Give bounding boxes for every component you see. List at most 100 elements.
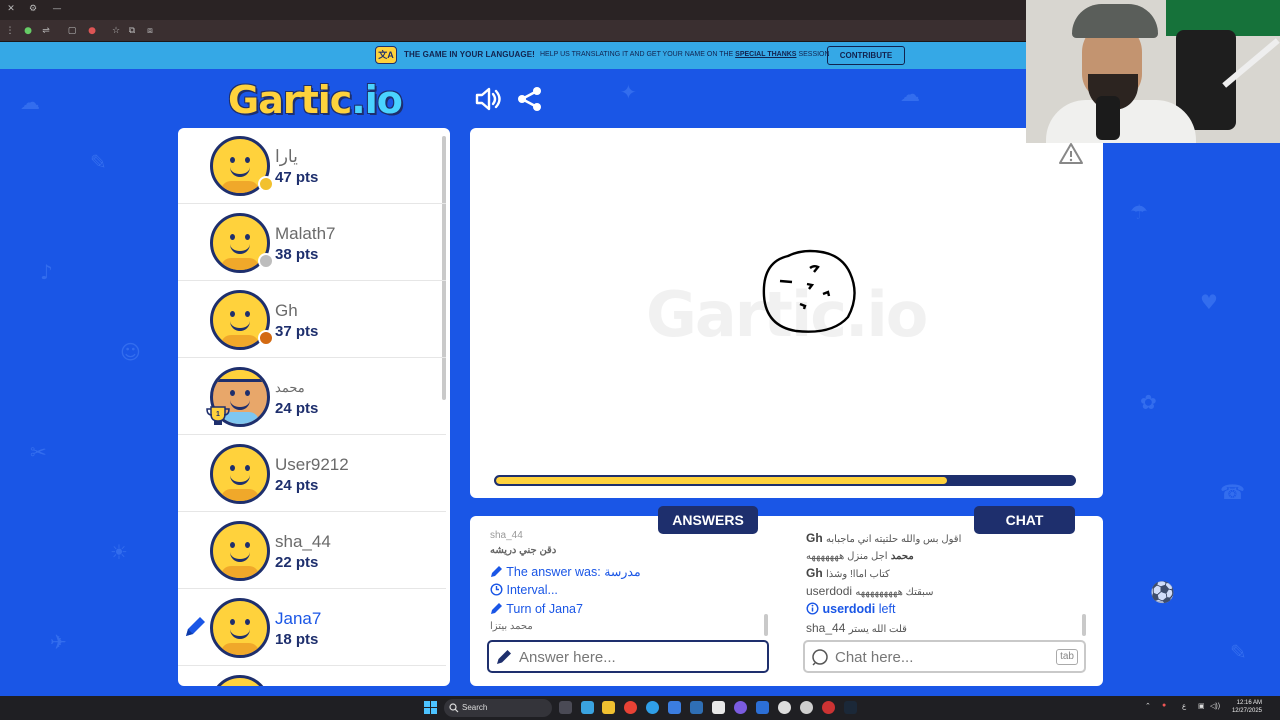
answer-input-box[interactable] (487, 640, 769, 673)
tabs-icon[interactable]: ▢ (66, 25, 78, 37)
players-list[interactable]: يارا 47 pts Malath7 38 pts Gh 37 pts 1 م… (178, 128, 450, 686)
player-row[interactable]: sha_44 22 pts (178, 513, 446, 589)
doodle-icon: ✿ (1140, 390, 1157, 414)
pencil-icon (491, 603, 502, 614)
chat-message: sha_44 قلت الله يستر (806, 621, 907, 635)
tune-icon[interactable]: ⇌ (40, 25, 52, 37)
microphone-icon[interactable]: ● (1162, 702, 1166, 709)
pencil-icon (491, 566, 502, 577)
player-row[interactable] (178, 667, 446, 686)
chat-message: userdodi سبقتك هههههههههه (806, 584, 934, 598)
steam-icon[interactable] (844, 701, 857, 714)
webcam-overlay (1026, 0, 1280, 143)
player-row[interactable]: User9212 24 pts (178, 436, 446, 512)
windows-start-icon[interactable] (424, 701, 437, 714)
doodle-icon: ✂ (30, 440, 47, 464)
pencil-icon (497, 650, 511, 664)
drawing-canvas[interactable]: Gartic.io (470, 128, 1103, 498)
answer-reveal-message: The answer was: مدرسة (490, 564, 641, 579)
contribute-button[interactable]: CONTRIBUTE (827, 46, 905, 65)
silver-medal-icon (258, 253, 274, 269)
mail-icon[interactable] (690, 701, 703, 714)
report-warning-icon[interactable] (1058, 142, 1084, 166)
player-row[interactable]: 1 محمد 24 pts (178, 359, 446, 435)
player-points: 24 pts (275, 477, 319, 494)
discord-icon[interactable] (734, 701, 747, 714)
volume-icon[interactable]: ◁)) (1210, 702, 1220, 710)
chat-scrollbar[interactable] (1082, 614, 1086, 636)
player-points: 37 pts (275, 323, 319, 340)
chat-message: Gh كتاب اماا! وشذا (806, 566, 890, 580)
edge-icon[interactable] (646, 701, 659, 714)
chat-input[interactable] (835, 646, 1055, 668)
app-icon[interactable] (756, 701, 769, 714)
puzzle-icon[interactable]: ⧈ (144, 25, 156, 37)
store-icon[interactable] (668, 701, 681, 714)
record-icon[interactable]: ● (86, 25, 98, 37)
banner-headline: THE GAME IN YOUR LANGUAGE! (404, 50, 535, 59)
gartic-logo[interactable]: Gartic.io (228, 78, 403, 122)
player-row[interactable]: Malath7 38 pts (178, 205, 446, 281)
player-row[interactable]: يارا 47 pts (178, 128, 446, 204)
avatar (210, 521, 270, 581)
file-explorer-icon[interactable] (602, 701, 615, 714)
answers-scrollbar[interactable] (764, 614, 768, 636)
search-icon (449, 703, 459, 713)
player-points: 24 pts (275, 400, 319, 417)
task-view-icon[interactable] (559, 701, 572, 714)
doodle-icon: ♥ (1200, 290, 1218, 314)
player-name: Gh (275, 301, 298, 320)
special-thanks-link[interactable]: SPECIAL THANKS (735, 51, 796, 58)
chat-message: محمد اجل منزل هههههههه (806, 551, 914, 562)
player-points: 47 pts (275, 169, 319, 186)
windows-taskbar: Search ⌃ ● ع ▣ ◁)) 12:16 AM 12/27/2025 (0, 696, 1280, 720)
player-row-drawing[interactable]: Jana7 18 pts (178, 590, 446, 666)
player-name: يارا (275, 147, 298, 166)
taskbar-clock[interactable]: 12:16 AM 12/27/2025 (1226, 699, 1262, 715)
trophy-icon: 1 (206, 406, 230, 425)
settings-icon[interactable]: ⚙ (28, 4, 38, 14)
answers-tab[interactable]: ANSWERS (658, 506, 758, 534)
doodle-icon: ♪ (40, 260, 53, 284)
download-icon[interactable]: ⧉ (126, 25, 138, 37)
chrome-icon[interactable] (624, 701, 637, 714)
obs-icon[interactable] (800, 701, 813, 714)
player-name: sha_44 (275, 532, 331, 551)
player-row[interactable]: Gh 37 pts (178, 282, 446, 358)
app-icon[interactable] (822, 701, 835, 714)
app-icon[interactable] (712, 701, 725, 714)
settings-icon[interactable] (778, 701, 791, 714)
doodle-icon: ☎ (1220, 480, 1245, 504)
interval-message: Interval... (490, 583, 558, 597)
round-timer-bar (494, 475, 1076, 486)
translate-icon: 文A (375, 46, 397, 64)
tray-chevron-icon[interactable]: ⌃ (1145, 702, 1151, 710)
answer-input[interactable] (519, 646, 739, 668)
taskbar-search[interactable]: Search (444, 699, 552, 717)
chat-input-box[interactable]: tab (803, 640, 1086, 673)
network-icon[interactable]: ▣ (1198, 702, 1205, 710)
language-indicator[interactable]: ع (1182, 702, 1186, 710)
sound-icon[interactable] (474, 86, 502, 112)
turn-message: Turn of Jana7 (490, 602, 583, 616)
close-icon[interactable]: ✕ (6, 4, 16, 14)
minimize-icon[interactable]: — (52, 4, 62, 14)
avatar (210, 675, 270, 686)
doodle-icon: ⚽ (1150, 580, 1175, 604)
widgets-icon[interactable] (581, 701, 594, 714)
doodle-icon: ✦ (620, 80, 637, 104)
chat-tab[interactable]: CHAT (974, 506, 1075, 534)
clock-icon (490, 583, 503, 596)
share-icon[interactable] (516, 86, 544, 112)
bookmark-icon[interactable]: ☆ (110, 25, 122, 37)
extension-icon[interactable]: ● (22, 25, 34, 37)
gold-medal-icon (258, 176, 274, 192)
info-icon (806, 602, 819, 615)
avatar (210, 444, 270, 504)
svg-text:1: 1 (216, 411, 220, 418)
chat-bubble-icon (812, 649, 828, 666)
player-name: Malath7 (275, 224, 336, 243)
avatar (210, 598, 270, 658)
doodle-icon: ✈ (50, 630, 67, 654)
menu-icon[interactable]: ⋮ (4, 25, 16, 37)
